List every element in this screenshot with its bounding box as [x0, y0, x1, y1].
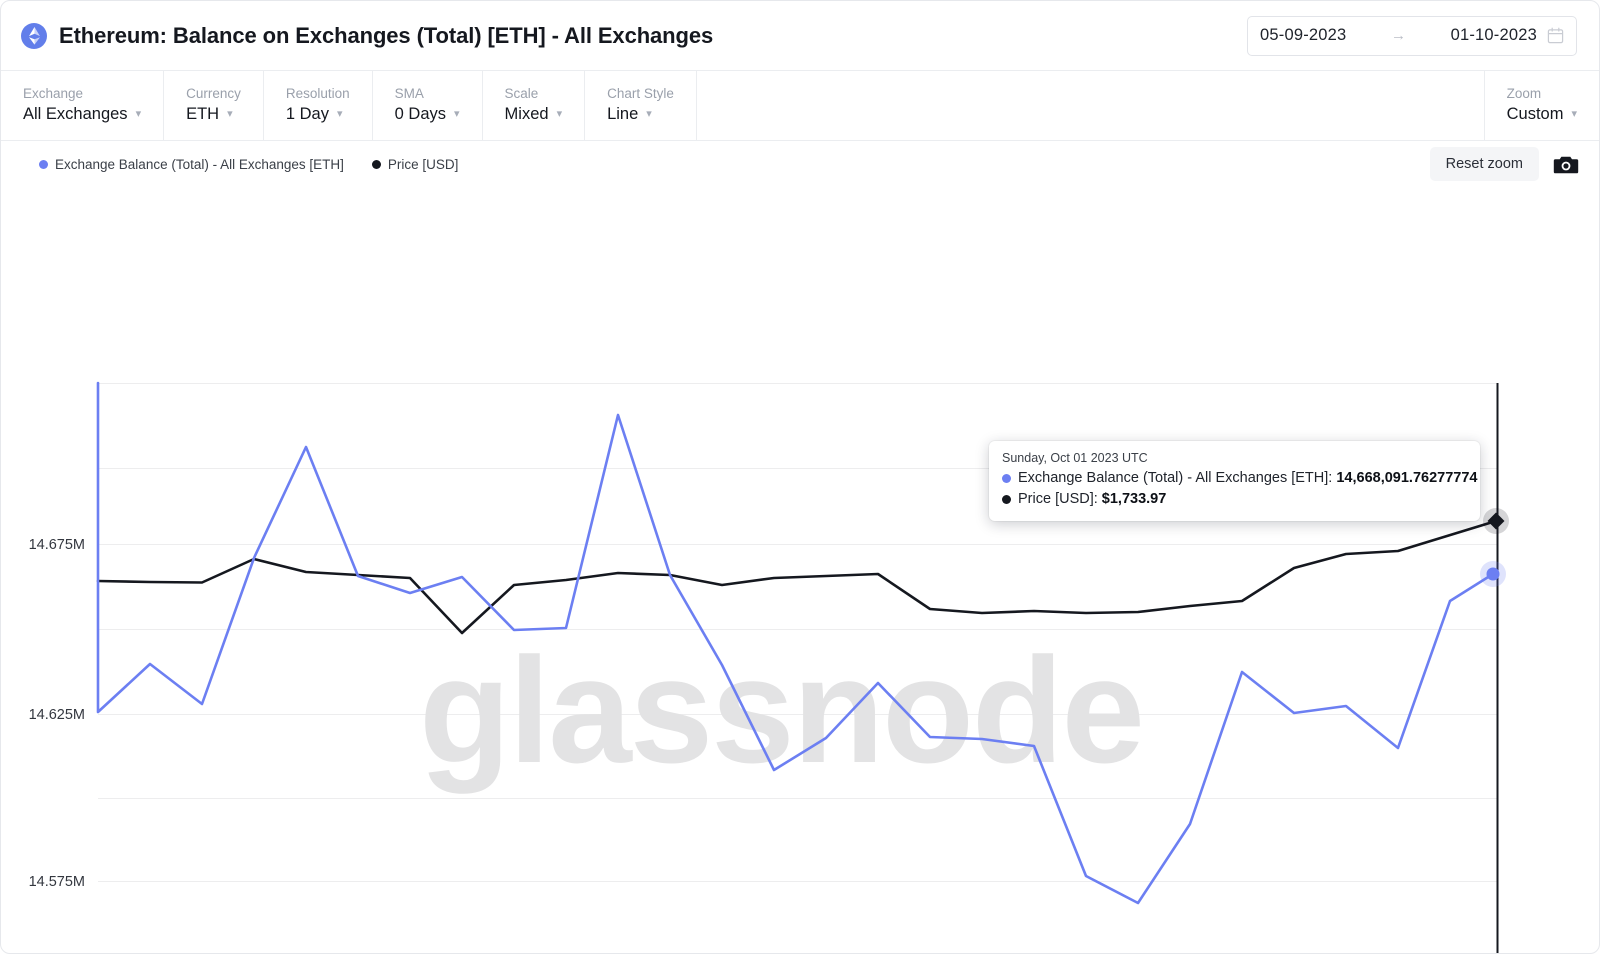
control-exchange-label: Exchange	[23, 87, 141, 102]
tooltip-series-name: Price [USD]:	[1018, 489, 1098, 510]
chevron-down-icon: ▾	[646, 109, 652, 120]
tooltip-color-swatch	[1002, 474, 1011, 483]
tooltip-date: Sunday, Oct 01 2023 UTC	[1002, 451, 1467, 465]
control-chart-style-label: Chart Style	[607, 87, 674, 102]
tooltip-series-value: $1,733.97	[1102, 489, 1167, 510]
control-exchange-value: All Exchanges	[23, 105, 128, 124]
legend-item-balance[interactable]: Exchange Balance (Total) - All Exchanges…	[39, 157, 344, 172]
control-sma-label: SMA	[395, 87, 460, 102]
glassnode-watermark: glassnode	[419, 626, 1143, 794]
legend-color-swatch	[372, 160, 381, 169]
tooltip-series-value: 14,668,091.76277774	[1336, 468, 1477, 489]
toolbar: Exchange All Exchanges ▾ Currency ETH ▾ …	[1, 71, 1599, 141]
legend-item-label: Exchange Balance (Total) - All Exchanges…	[55, 157, 344, 172]
date-to-value[interactable]: 01-10-2023	[1451, 26, 1537, 45]
y-axis-tick-label: 14.675M	[29, 537, 85, 553]
y-axis-tick-label: 14.575M	[29, 874, 85, 890]
chevron-down-icon: ▾	[1571, 109, 1577, 120]
chevron-down-icon: ▾	[227, 109, 233, 120]
toolbar-spacer	[697, 71, 1485, 140]
legend-bar: Exchange Balance (Total) - All Exchanges…	[1, 141, 1599, 187]
control-chart-style[interactable]: Chart Style Line ▾	[585, 71, 697, 140]
control-resolution-value: 1 Day	[286, 105, 329, 124]
camera-icon[interactable]	[1553, 154, 1579, 175]
control-sma-value: 0 Days	[395, 105, 446, 124]
control-exchange[interactable]: Exchange All Exchanges ▾	[1, 71, 164, 140]
control-resolution[interactable]: Resolution 1 Day ▾	[264, 71, 373, 140]
legend-color-swatch	[39, 160, 48, 169]
control-currency-label: Currency	[186, 87, 241, 102]
date-from-value[interactable]: 05-09-2023	[1260, 26, 1346, 45]
chart-tooltip: Sunday, Oct 01 2023 UTC Exchange Balance…	[989, 441, 1480, 521]
control-scale-value: Mixed	[505, 105, 549, 124]
control-zoom-value: Custom	[1507, 105, 1564, 124]
control-sma[interactable]: SMA 0 Days ▾	[373, 71, 483, 140]
control-scale-label: Scale	[505, 87, 563, 102]
y-axis-tick-label: 14.625M	[29, 707, 85, 723]
control-currency[interactable]: Currency ETH ▾	[164, 71, 264, 140]
chart-actions: Reset zoom	[1430, 147, 1579, 181]
chevron-down-icon: ▾	[557, 109, 563, 120]
price-balance-line-chart[interactable]: glassnode	[1, 187, 1600, 954]
header-bar: Ethereum: Balance on Exchanges (Total) […	[1, 1, 1599, 71]
tooltip-series-name: Exchange Balance (Total) - All Exchanges…	[1018, 468, 1332, 489]
legend-item-price[interactable]: Price [USD]	[372, 157, 459, 172]
control-currency-value: ETH	[186, 105, 219, 124]
tooltip-color-swatch	[1002, 495, 1011, 504]
chevron-down-icon: ▾	[337, 109, 343, 120]
chevron-down-icon: ▾	[454, 109, 460, 120]
ethereum-icon	[21, 23, 47, 49]
chart-area[interactable]: glassnode	[1, 187, 1600, 954]
page-title: Ethereum: Balance on Exchanges (Total) […	[59, 23, 713, 49]
control-zoom-label: Zoom	[1507, 87, 1542, 102]
calendar-icon[interactable]	[1537, 27, 1564, 44]
date-range-picker[interactable]: 05-09-2023 → 01-10-2023	[1247, 16, 1577, 56]
reset-zoom-button[interactable]: Reset zoom	[1430, 147, 1539, 181]
legend-item-label: Price [USD]	[388, 157, 459, 172]
control-zoom[interactable]: Zoom Custom ▾	[1485, 71, 1599, 140]
tooltip-row-balance: Exchange Balance (Total) - All Exchanges…	[1002, 468, 1467, 489]
control-chart-style-value: Line	[607, 105, 638, 124]
chevron-down-icon: ▾	[136, 109, 142, 120]
balance-end-marker-circle	[1487, 568, 1500, 581]
glassnode-chart-app: Ethereum: Balance on Exchanges (Total) […	[0, 0, 1600, 954]
control-scale[interactable]: Scale Mixed ▾	[483, 71, 586, 140]
date-range-arrow-icon: →	[1346, 27, 1450, 44]
control-resolution-label: Resolution	[286, 87, 350, 102]
tooltip-row-price: Price [USD]: $1,733.97	[1002, 489, 1467, 510]
